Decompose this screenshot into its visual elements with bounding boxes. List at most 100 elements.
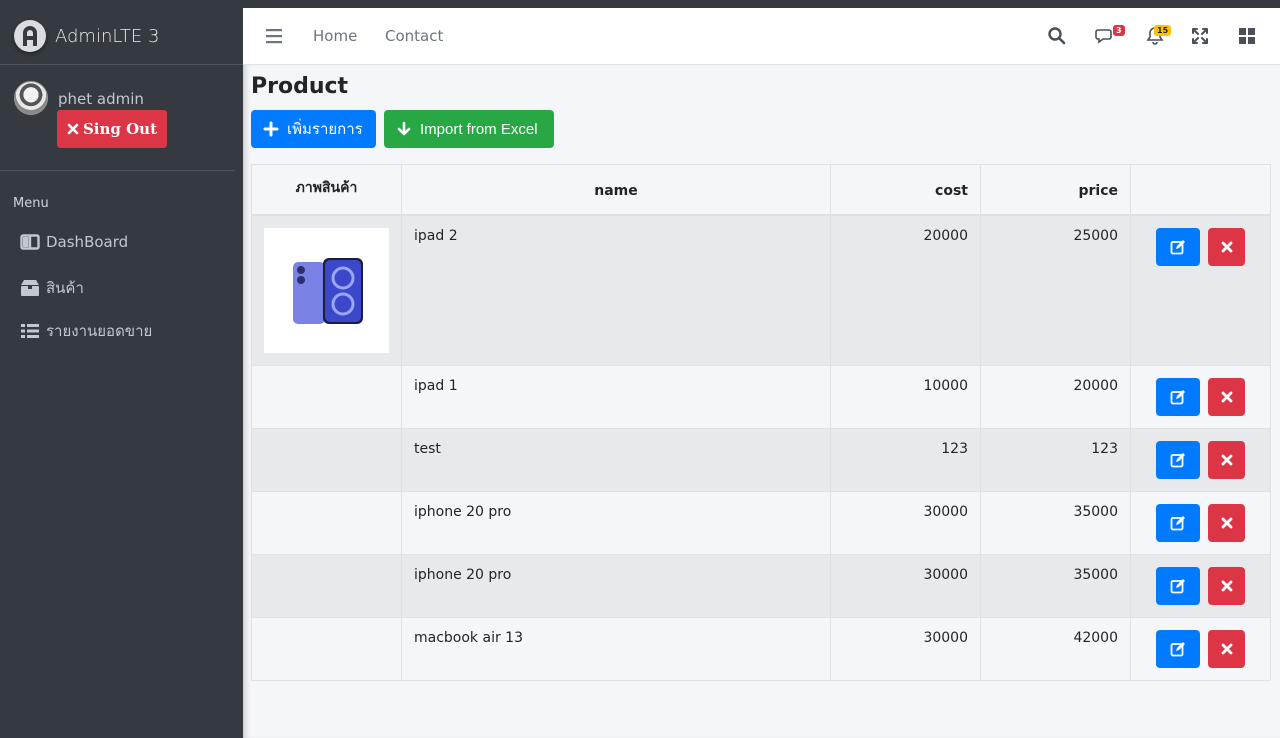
product-name: test [401, 428, 831, 492]
product-price: 25000 [980, 214, 1131, 366]
close-icon [1221, 454, 1232, 466]
product-image-cell [251, 365, 402, 429]
phone-image-icon [292, 257, 363, 324]
product-price: 20000 [980, 365, 1131, 429]
product-name: ipad 1 [401, 365, 831, 429]
delete-button[interactable] [1208, 378, 1245, 416]
sidebar-item-products[interactable]: สินค้า [20, 276, 84, 300]
product-cost: 20000 [830, 214, 981, 366]
actions-cell [1130, 365, 1271, 429]
page-title: Product [251, 74, 349, 99]
product-image-cell [251, 554, 402, 618]
product-name: macbook air 13 [401, 617, 831, 681]
product-cost: 30000 [830, 554, 981, 618]
top-navbar: Home Contact 3 15 [243, 8, 1280, 65]
actions-cell [1130, 428, 1271, 492]
edit-button[interactable] [1156, 228, 1200, 266]
sidebar: AdminLTE 3 phet admin Sing Out Menu Dash… [0, 8, 243, 738]
user-panel: phet admin Sing Out [0, 65, 235, 171]
product-price: 42000 [980, 617, 1131, 681]
list-icon [21, 324, 39, 338]
edit-button[interactable] [1156, 630, 1200, 668]
column-header-actions [1130, 164, 1271, 216]
table-header-row: ภาพสินค้า name cost price [251, 164, 1271, 216]
product-cost: 123 [830, 428, 981, 492]
brand-link[interactable]: AdminLTE 3 [0, 8, 243, 65]
brand-title: AdminLTE 3 [55, 25, 160, 47]
product-price: 123 [980, 428, 1131, 492]
add-item-label: เพิ่มรายการ [287, 121, 363, 138]
edit-button[interactable] [1156, 378, 1200, 416]
close-icon [1221, 241, 1232, 253]
table-row: macbook air 13 30000 42000 [251, 617, 1271, 681]
table-row: iphone 20 pro 30000 35000 [251, 491, 1271, 555]
product-image [264, 228, 389, 353]
user-avatar[interactable] [14, 81, 48, 115]
table-row: ipad 2 20000 25000 [251, 214, 1271, 366]
edit-icon [1170, 453, 1185, 468]
actions-cell [1130, 617, 1271, 681]
sidebar-item-label: DashBoard [46, 233, 129, 251]
brand-logo-icon [14, 20, 46, 52]
product-name: iphone 20 pro [401, 554, 831, 618]
edit-button[interactable] [1156, 567, 1200, 605]
column-header-cost: cost [830, 164, 981, 216]
edit-button[interactable] [1156, 441, 1200, 479]
sidebar-item-label: รายงานยอดขาย [46, 322, 153, 340]
edit-icon [1170, 516, 1185, 531]
edit-icon [1170, 642, 1185, 657]
plus-icon [263, 121, 279, 137]
add-item-button[interactable]: เพิ่มรายการ [251, 110, 376, 148]
edit-icon [1170, 390, 1185, 405]
messages-icon[interactable] [1095, 26, 1115, 46]
sign-out-button[interactable]: Sing Out [57, 110, 167, 148]
product-cost: 10000 [830, 365, 981, 429]
edit-button[interactable] [1156, 504, 1200, 542]
delete-button[interactable] [1208, 567, 1245, 605]
delete-button[interactable] [1208, 441, 1245, 479]
delete-button[interactable] [1208, 228, 1245, 266]
actions-cell [1130, 214, 1271, 366]
table-row: iphone 20 pro 30000 35000 [251, 554, 1271, 618]
column-header-price: price [980, 164, 1131, 216]
product-price: 35000 [980, 554, 1131, 618]
product-image-cell [251, 491, 402, 555]
messages-badge: 3 [1113, 25, 1125, 36]
import-excel-button[interactable]: Import from Excel [384, 110, 554, 148]
hamburger-menu-icon[interactable] [266, 27, 282, 45]
fullscreen-icon[interactable] [1190, 26, 1210, 46]
product-name: ipad 2 [401, 214, 831, 366]
table-row: ipad 1 10000 20000 [251, 365, 1271, 429]
product-name: iphone 20 pro [401, 491, 831, 555]
close-icon [1221, 517, 1232, 529]
content-wrapper: Product เพิ่มรายการ Import from Excel ภา… [243, 65, 1280, 738]
sidebar-item-label: สินค้า [46, 279, 84, 297]
import-excel-label: Import from Excel [420, 120, 538, 138]
sidebar-item-sales-report[interactable]: รายงานยอดขาย [20, 319, 152, 343]
window-top-strip [0, 0, 1280, 8]
edit-icon [1170, 240, 1185, 255]
nav-link-home[interactable]: Home [313, 27, 357, 45]
product-price: 35000 [980, 491, 1131, 555]
close-icon [67, 123, 79, 135]
close-icon [1221, 643, 1232, 655]
delete-button[interactable] [1208, 504, 1245, 542]
close-icon [1221, 580, 1232, 592]
columns-icon [20, 234, 40, 250]
sidebar-item-dashboard[interactable]: DashBoard [20, 233, 128, 251]
close-icon [1221, 391, 1232, 403]
menu-header: Menu [13, 196, 49, 211]
grid-apps-icon[interactable] [1237, 26, 1257, 46]
product-image-cell [251, 214, 402, 366]
nav-link-contact[interactable]: Contact [385, 27, 443, 45]
product-image-cell [251, 617, 402, 681]
actions-cell [1130, 554, 1271, 618]
edit-icon [1170, 579, 1185, 594]
search-icon[interactable] [1047, 26, 1067, 46]
column-header-name: name [401, 164, 831, 216]
delete-button[interactable] [1208, 630, 1245, 668]
user-name[interactable]: phet admin [58, 90, 144, 108]
arrow-down-icon [397, 121, 411, 136]
actions-cell [1130, 491, 1271, 555]
table-row: test 123 123 [251, 428, 1271, 492]
